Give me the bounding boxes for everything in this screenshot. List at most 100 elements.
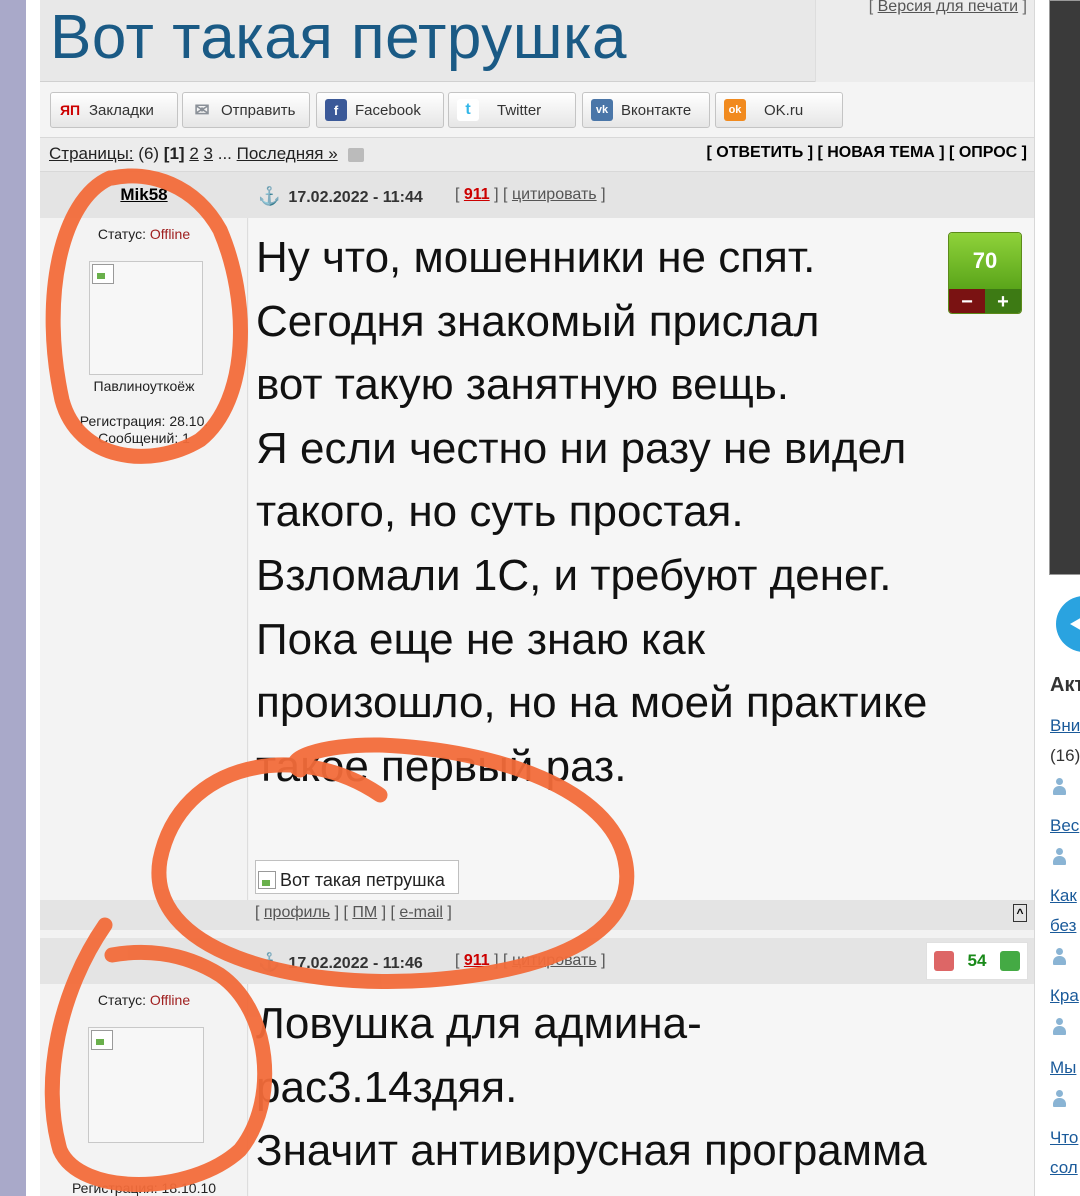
pagination-bar: Страницы: (6) [1] 2 3 ... Последняя » [ … bbox=[40, 138, 1034, 172]
post1-line: произошло, но на моей практике bbox=[256, 678, 928, 728]
post1-status: Статус: Offline bbox=[40, 226, 248, 242]
share-twitter-label: Twitter bbox=[497, 101, 542, 119]
post1-rating-value: 70 bbox=[949, 233, 1021, 289]
share-bar: ЯП Закладки ✉ Отправить f Facebook t Twi… bbox=[40, 82, 1034, 138]
email-link[interactable]: e-mail bbox=[399, 904, 443, 921]
share-facebook-button[interactable]: f Facebook bbox=[316, 92, 444, 128]
post1-line: Взломали 1С, и требуют денег. bbox=[256, 550, 892, 600]
page-left-gap bbox=[26, 0, 40, 1196]
post2-rating: 54 bbox=[926, 942, 1028, 980]
vote-down-button[interactable]: − bbox=[949, 289, 985, 313]
right-sidebar: Акт Вни (16) Вес Как без Кра Мы Что сол bbox=[1036, 0, 1080, 1196]
share-ok-label: OK.ru bbox=[764, 101, 804, 119]
share-ok-button[interactable]: ok OK.ru bbox=[715, 92, 843, 128]
post1-avatar bbox=[89, 261, 203, 375]
sidebar-topic-link[interactable]: сол bbox=[1050, 1158, 1078, 1178]
profile-link[interactable]: профиль bbox=[264, 904, 330, 921]
page-left-stripe bbox=[0, 0, 26, 1196]
post1-image-alt: Вот такая петрушка bbox=[280, 869, 445, 890]
current-page: [1] bbox=[163, 144, 185, 163]
pages-count: (6) bbox=[138, 144, 160, 163]
post2-avatar bbox=[88, 1027, 204, 1143]
post2-date-text: 17.02.2022 - 11:46 bbox=[288, 955, 423, 972]
post1-messages: Сообщений: 1 bbox=[98, 430, 190, 446]
user-icon bbox=[1053, 778, 1066, 796]
topic-header: Вот такая петрушка [ Версия для печати ] bbox=[40, 0, 1034, 82]
post2-registration: Регистрация: 18.10.10 bbox=[71, 1180, 217, 1196]
print-version-text[interactable]: Версия для печати bbox=[878, 0, 1018, 15]
post1-status-label: Статус: bbox=[97, 226, 147, 242]
forum-main: Вот такая петрушка [ Версия для печати ]… bbox=[40, 0, 1035, 1196]
post2-status-value: Offline bbox=[149, 992, 191, 1008]
topic-title: Вот такая петрушка bbox=[50, 3, 627, 72]
post2-number[interactable]: 911 bbox=[464, 952, 490, 969]
post1-number[interactable]: 911 bbox=[464, 186, 490, 203]
last-page-link[interactable]: Последняя » bbox=[237, 144, 338, 163]
share-twitter-button[interactable]: t Twitter bbox=[448, 92, 576, 128]
sidebar-topic-link[interactable]: Вес bbox=[1050, 816, 1079, 836]
post2-date: ⚓ 17.02.2022 - 11:46 bbox=[258, 952, 423, 973]
user-icon bbox=[1053, 1018, 1066, 1036]
post1-line: Ну что, мошенники не спят. bbox=[256, 233, 816, 282]
odnoklassniki-icon: ok bbox=[724, 99, 746, 121]
post1-avatar-caption: Павлиноуткоёж bbox=[93, 378, 195, 394]
telegram-icon[interactable] bbox=[1056, 596, 1080, 652]
post1-registration: Регистрация: 28.10. bbox=[79, 413, 209, 429]
post2-meta-links: [ 911 ] [ цитировать ] bbox=[455, 952, 606, 969]
yandex-bookmark-icon: ЯП bbox=[59, 102, 81, 118]
sidebar-topic-link[interactable]: Как bbox=[1050, 886, 1077, 906]
post2-line: Значит антивирусная программа bbox=[256, 1126, 927, 1176]
post1-author-name[interactable]: Mik58 bbox=[40, 185, 248, 205]
sidebar-banner[interactable] bbox=[1049, 0, 1080, 575]
page-link-3[interactable]: 3 bbox=[204, 144, 213, 163]
pm-link[interactable]: ПМ bbox=[352, 904, 377, 921]
post1-attached-image[interactable]: Вот такая петрушка bbox=[255, 860, 459, 894]
vote-up-button[interactable]: + bbox=[985, 289, 1021, 313]
sidebar-topic-count: (16) bbox=[1050, 746, 1080, 765]
post1-status-value: Offline bbox=[149, 226, 191, 242]
sidebar-topic-link[interactable]: Кра bbox=[1050, 986, 1079, 1006]
post1-line: вот такую занятную вещь. bbox=[256, 360, 790, 410]
share-facebook-label: Facebook bbox=[355, 101, 421, 119]
sidebar-topic-link[interactable]: Вни bbox=[1050, 716, 1080, 736]
post1-meta-links: [ 911 ] [ цитировать ] bbox=[455, 186, 606, 203]
post1-line: Пока еще не знаю как bbox=[256, 614, 705, 664]
topic-actions[interactable]: [ ОТВЕТИТЬ ] [ НОВАЯ ТЕМА ] [ ОПРОС ] bbox=[706, 144, 1027, 162]
sidebar-topic-link[interactable]: Мы bbox=[1050, 1058, 1076, 1078]
sidebar-topic-link[interactable]: Что bbox=[1050, 1128, 1078, 1148]
anchor-icon[interactable]: ⚓ bbox=[258, 952, 280, 972]
twitter-icon: t bbox=[457, 99, 479, 121]
user-icon bbox=[1053, 1090, 1066, 1108]
post1-line: такого, но суть простая. bbox=[256, 487, 744, 537]
sidebar-topic-link[interactable]: без bbox=[1050, 916, 1076, 936]
page-link-2[interactable]: 2 bbox=[189, 144, 198, 163]
post2-status-label: Статус: bbox=[97, 992, 147, 1008]
user-icon bbox=[1053, 848, 1066, 866]
share-bookmarks-button[interactable]: ЯП Закладки bbox=[50, 92, 178, 128]
post1-line: Я если честно ни разу не видел bbox=[256, 423, 907, 473]
post1-rating: 70 − + bbox=[948, 232, 1022, 314]
pages-ellipsis: ... bbox=[217, 144, 232, 163]
post2-body: Ловушка для админа- рас3.14здяя. Значит … bbox=[256, 992, 927, 1183]
share-vk-label: Вконтакте bbox=[621, 101, 692, 119]
post2-quote-link[interactable]: цитировать bbox=[512, 952, 597, 969]
broken-image-icon bbox=[92, 264, 114, 284]
thumbs-down-icon[interactable] bbox=[933, 951, 954, 971]
thumbs-up-icon[interactable] bbox=[1000, 951, 1021, 971]
post1-footer-links: [ профиль ] [ ПМ ] [ e-mail ] bbox=[255, 904, 452, 921]
post2-rating-value: 54 bbox=[967, 951, 987, 970]
pagination: Страницы: (6) [1] 2 3 ... Последняя » bbox=[49, 144, 365, 164]
post1-quote-link[interactable]: цитировать bbox=[512, 186, 597, 203]
envelope-icon: ✉ bbox=[194, 99, 210, 120]
post1-line: Сегодня знакомый прислал bbox=[256, 296, 820, 346]
share-send-button[interactable]: ✉ Отправить bbox=[182, 92, 310, 128]
subscribe-mail-icon[interactable] bbox=[348, 147, 365, 162]
share-send-label: Отправить bbox=[221, 101, 296, 119]
pages-label[interactable]: Страницы: bbox=[49, 144, 134, 163]
share-vk-button[interactable]: vk Вконтакте bbox=[582, 92, 710, 128]
broken-image-icon bbox=[258, 871, 276, 889]
post1-date-text: 17.02.2022 - 11:44 bbox=[288, 189, 423, 206]
anchor-icon[interactable]: ⚓ bbox=[258, 186, 280, 206]
scroll-top-button[interactable]: ^ bbox=[1013, 904, 1027, 922]
print-version-link[interactable]: [ Версия для печати ] bbox=[869, 0, 1027, 16]
